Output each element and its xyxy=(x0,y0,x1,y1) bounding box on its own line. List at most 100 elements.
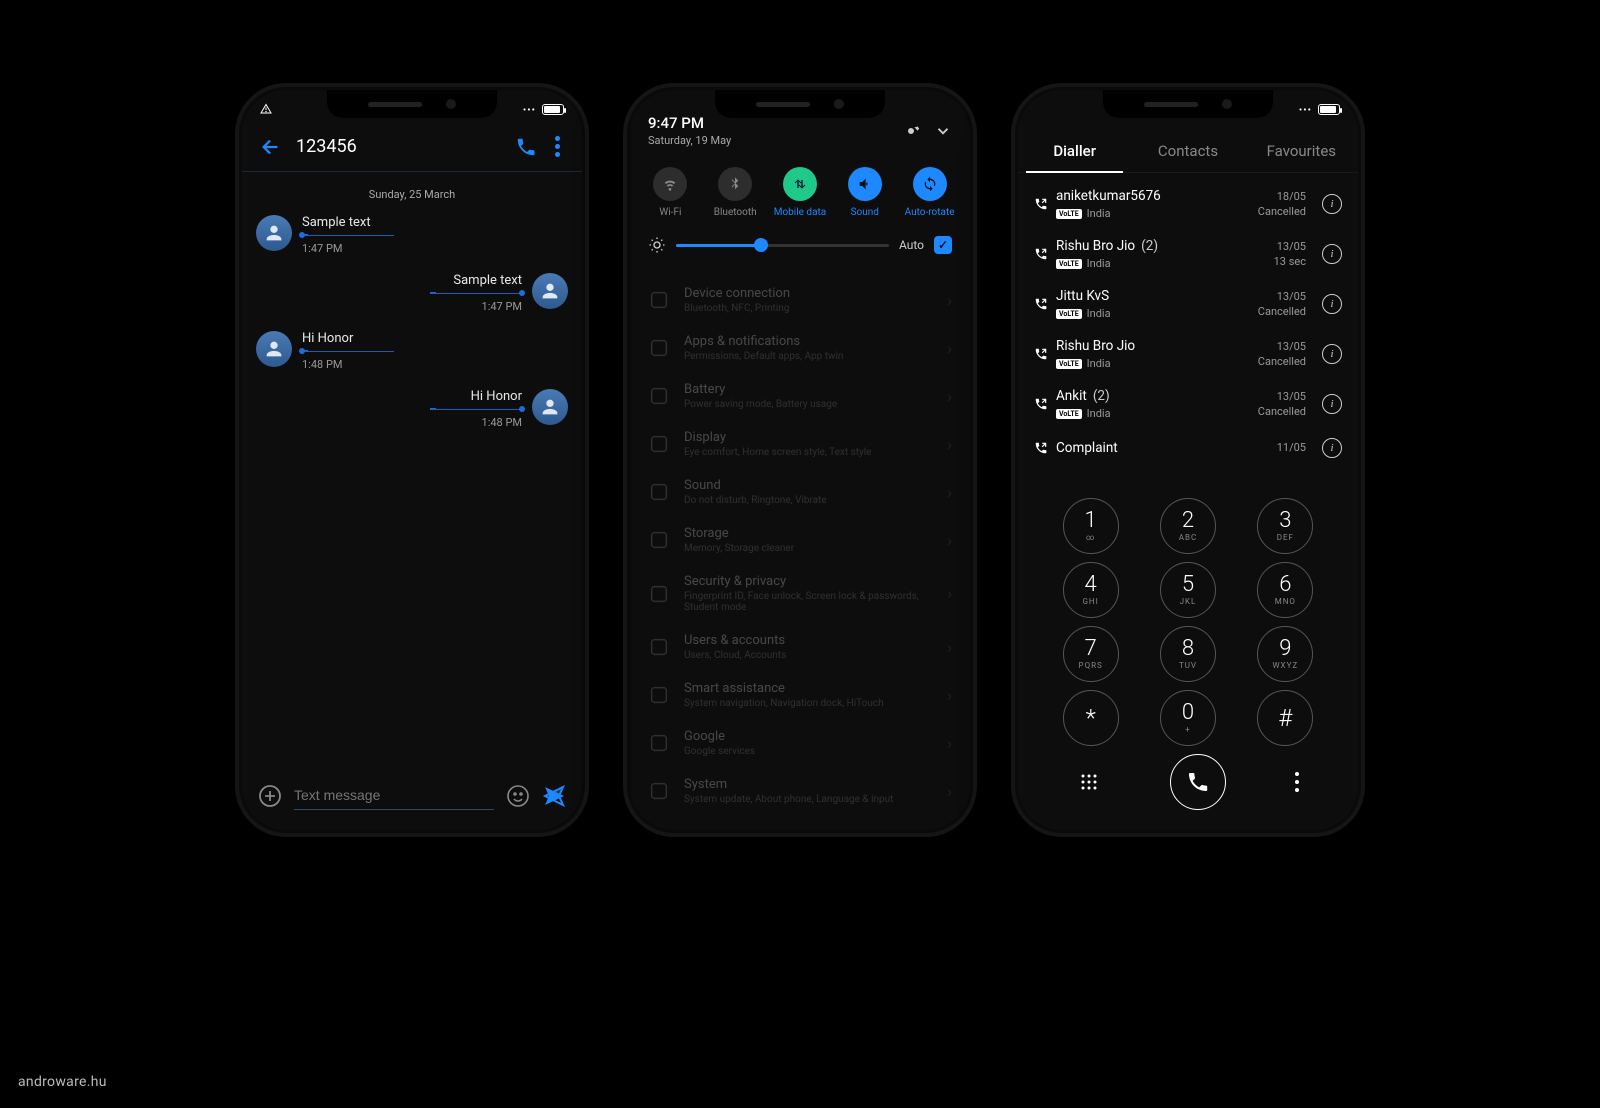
expand-icon[interactable] xyxy=(934,122,952,140)
menu-icon[interactable] xyxy=(551,132,564,161)
tab-favourites[interactable]: Favourites xyxy=(1245,130,1358,172)
chevron-right-icon: › xyxy=(947,291,952,310)
dialpad-key-9[interactable]: 9WXYZ xyxy=(1257,626,1313,682)
info-icon[interactable]: i xyxy=(1322,438,1342,458)
settings-row-icon xyxy=(648,289,670,311)
more-icon xyxy=(523,103,536,116)
dial-button[interactable] xyxy=(1170,754,1226,810)
settings-row-icon xyxy=(648,529,670,551)
call-log[interactable]: aniketkumar5676 VoLTEIndia18/05Cancelled… xyxy=(1018,173,1358,473)
settings-row-icon xyxy=(648,337,670,359)
settings-title: Security & privacy xyxy=(684,574,933,589)
more-icon xyxy=(1299,103,1312,116)
settings-row[interactable]: BatteryPower saving mode, Battery usage› xyxy=(630,372,970,420)
dialpad-key-0[interactable]: 0+ xyxy=(1160,690,1216,746)
settings-row-icon xyxy=(648,481,670,503)
call-name: Rishu Bro Jio xyxy=(1056,338,1250,354)
settings-list[interactable]: Device connectionBluetooth, NFC, Printin… xyxy=(630,268,970,823)
settings-row-icon xyxy=(648,433,670,455)
dialpad-toggle-icon[interactable] xyxy=(1077,770,1101,794)
dialpad-key-3[interactable]: 3DEF xyxy=(1257,498,1313,554)
qs-toggle-sound[interactable]: Sound xyxy=(836,167,894,218)
brightness-row: Auto xyxy=(630,222,970,268)
call-log-row[interactable]: Rishu Bro Jio (2)VoLTEIndia13/0513 seci xyxy=(1018,229,1358,279)
dialpad-key-#[interactable]: # xyxy=(1257,690,1313,746)
dialer-menu-icon[interactable] xyxy=(1295,772,1299,792)
settings-subtitle: System navigation, Navigation dock, HiTo… xyxy=(684,698,933,709)
dialpad: 1∞ 2ABC 3DEF 4GHI 5JKL 6MNO 7PQRS 8TUV 9WXYZ * 0+ # xyxy=(1018,492,1358,820)
qs-toggle-mobile-data[interactable]: Mobile data xyxy=(771,167,829,218)
dialpad-key-2[interactable]: 2ABC xyxy=(1160,498,1216,554)
settings-title: Battery xyxy=(684,382,933,397)
back-icon[interactable] xyxy=(260,136,282,158)
info-icon[interactable]: i xyxy=(1322,344,1342,364)
call-log-row[interactable]: Ankit (2)VoLTEIndia13/05Cancelledi xyxy=(1018,379,1358,429)
call-icon[interactable] xyxy=(515,136,537,158)
settings-row[interactable]: GoogleGoogle services› xyxy=(630,719,970,767)
settings-row[interactable]: Smart assistanceSystem navigation, Navig… xyxy=(630,671,970,719)
send-icon[interactable] xyxy=(542,784,566,808)
settings-row[interactable]: DisplayEye comfort, Home screen style, T… xyxy=(630,420,970,468)
brightness-slider[interactable] xyxy=(676,244,889,247)
auto-brightness-toggle[interactable] xyxy=(934,236,952,254)
tab-contacts[interactable]: Contacts xyxy=(1131,130,1244,172)
settings-row[interactable]: SoundDo not disturb, Ringtone, Vibrate› xyxy=(630,468,970,516)
dialpad-key-6[interactable]: 6MNO xyxy=(1257,562,1313,618)
settings-row[interactable]: Users & accountsUsers, Cloud, Accounts› xyxy=(630,623,970,671)
info-icon[interactable]: i xyxy=(1322,394,1342,414)
notch xyxy=(1103,90,1273,118)
settings-subtitle: Users, Cloud, Accounts xyxy=(684,650,933,661)
chevron-right-icon: › xyxy=(947,686,952,705)
settings-row[interactable]: Security & privacyFingerprint ID, Face u… xyxy=(630,564,970,623)
qs-toggle-wi-fi[interactable]: Wi-Fi xyxy=(641,167,699,218)
dialpad-key-5[interactable]: 5JKL xyxy=(1160,562,1216,618)
dialpad-key-4[interactable]: 4GHI xyxy=(1063,562,1119,618)
dialpad-key-1[interactable]: 1∞ xyxy=(1063,498,1119,554)
call-name: Rishu Bro Jio (2) xyxy=(1056,238,1266,254)
settings-title: Device connection xyxy=(684,286,933,301)
settings-title: Display xyxy=(684,430,933,445)
settings-row[interactable]: StorageMemory, Storage cleaner› xyxy=(630,516,970,564)
message-row[interactable]: Hi Honor1:48 PM xyxy=(256,389,568,429)
volte-badge: VoLTE xyxy=(1056,259,1082,269)
call-name: aniketkumar5676 xyxy=(1056,188,1250,204)
chevron-right-icon: › xyxy=(947,638,952,657)
info-icon[interactable]: i xyxy=(1322,294,1342,314)
dialpad-key-8[interactable]: 8TUV xyxy=(1160,626,1216,682)
call-log-row[interactable]: Complaint 11/05i xyxy=(1018,429,1358,467)
message-list[interactable]: Sunday, 25 March Sample text1:47 PM Sampl… xyxy=(242,172,582,429)
message-row[interactable]: Sample text1:47 PM xyxy=(256,215,568,255)
volte-badge: VoLTE xyxy=(1056,409,1082,419)
settings-row[interactable]: SystemSystem update, About phone, Langua… xyxy=(630,767,970,815)
emoji-icon[interactable] xyxy=(506,784,530,808)
settings-subtitle: Do not disturb, Ringtone, Vibrate xyxy=(684,495,933,506)
info-icon[interactable]: i xyxy=(1322,194,1342,214)
settings-row-icon xyxy=(648,583,670,605)
qs-toggle-bluetooth[interactable]: Bluetooth xyxy=(706,167,764,218)
call-log-row[interactable]: Jittu KvS VoLTEIndia13/05Cancelledi xyxy=(1018,279,1358,329)
phone-dialer: DiallerContactsFavourites aniketkumar567… xyxy=(1018,90,1358,830)
dialpad-key-7[interactable]: 7PQRS xyxy=(1063,626,1119,682)
settings-row[interactable]: Apps & notificationsPermissions, Default… xyxy=(630,324,970,372)
message-row[interactable]: Sample text1:47 PM xyxy=(256,273,568,313)
date-separator: Sunday, 25 March xyxy=(256,188,568,201)
settings-row[interactable]: Device connectionBluetooth, NFC, Printin… xyxy=(630,276,970,324)
tab-dialler[interactable]: Dialler xyxy=(1018,130,1131,172)
call-log-row[interactable]: Rishu Bro Jio VoLTEIndia13/05Cancelledi xyxy=(1018,329,1358,379)
settings-subtitle: Power saving mode, Battery usage xyxy=(684,399,933,410)
dialpad-key-*[interactable]: * xyxy=(1063,690,1119,746)
message-input[interactable] xyxy=(294,781,494,810)
outgoing-call-icon xyxy=(1034,441,1048,455)
qs-date: Saturday, 19 May xyxy=(648,134,892,147)
info-icon[interactable]: i xyxy=(1322,244,1342,264)
chevron-right-icon: › xyxy=(947,782,952,801)
settings-icon[interactable] xyxy=(902,122,920,140)
attach-icon[interactable] xyxy=(258,784,282,808)
message-text: Hi Honor xyxy=(302,331,394,350)
settings-title: Sound xyxy=(684,478,933,493)
call-date: 13/05 xyxy=(1258,389,1306,404)
qs-toggle-auto-rotate[interactable]: Auto-rotate xyxy=(901,167,959,218)
settings-subtitle: Permissions, Default apps, App twin xyxy=(684,351,933,362)
message-row[interactable]: Hi Honor1:48 PM xyxy=(256,331,568,371)
call-log-row[interactable]: aniketkumar5676 VoLTEIndia18/05Cancelled… xyxy=(1018,179,1358,229)
